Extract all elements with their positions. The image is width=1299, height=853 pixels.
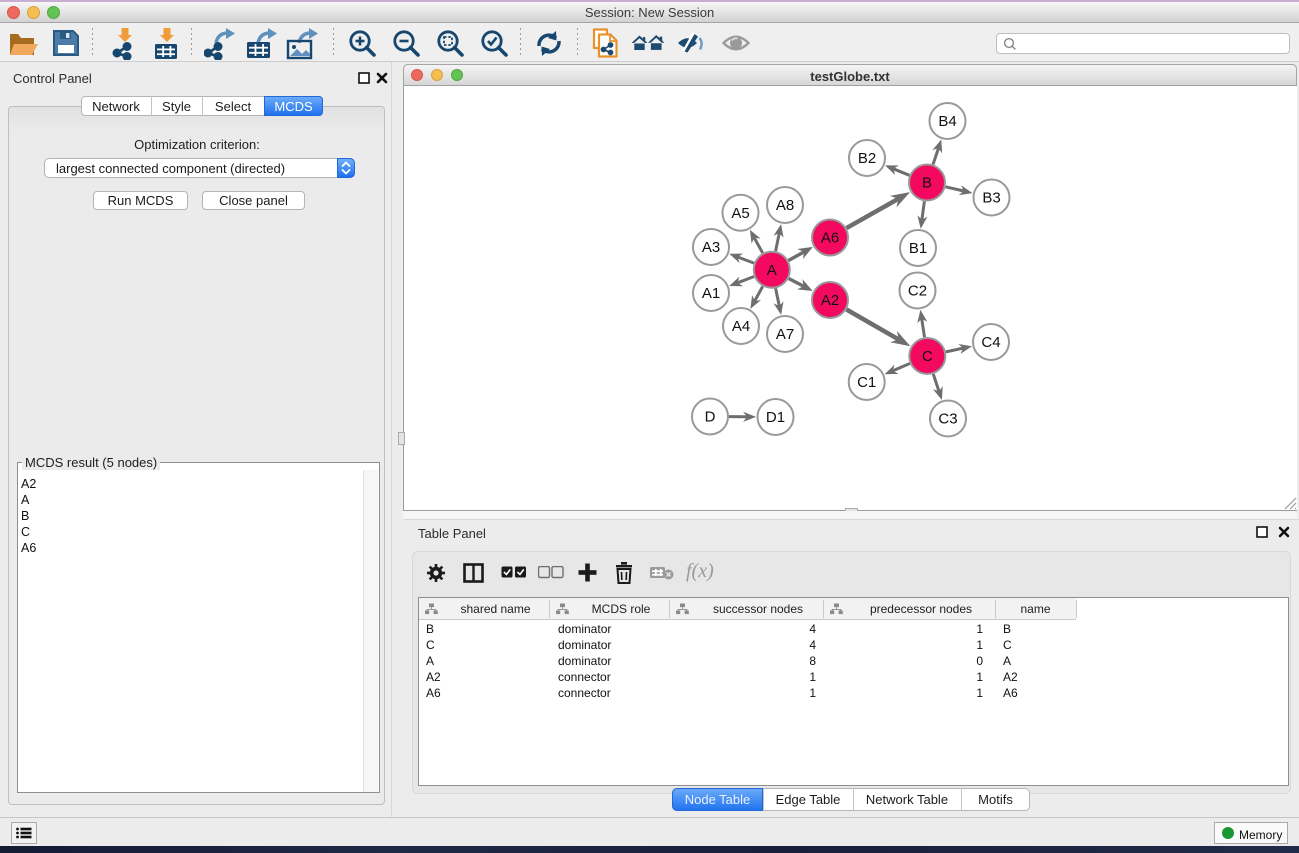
svg-text:D1: D1 <box>766 409 785 426</box>
svg-text:B1: B1 <box>909 240 927 257</box>
svg-text:B3: B3 <box>982 190 1000 207</box>
svg-text:A8: A8 <box>776 197 794 214</box>
svg-text:C2: C2 <box>908 283 927 300</box>
svg-text:C1: C1 <box>857 374 876 391</box>
svg-text:A5: A5 <box>731 205 749 222</box>
svg-text:C3: C3 <box>938 411 957 428</box>
svg-text:D: D <box>705 409 716 426</box>
svg-text:A1: A1 <box>702 285 720 302</box>
svg-text:A: A <box>767 262 777 279</box>
svg-text:B4: B4 <box>938 113 956 130</box>
svg-text:A4: A4 <box>732 318 750 335</box>
svg-text:A6: A6 <box>821 230 839 247</box>
svg-text:C: C <box>922 348 933 365</box>
svg-text:B: B <box>922 175 932 192</box>
svg-text:A3: A3 <box>702 239 720 256</box>
svg-text:B2: B2 <box>858 150 876 167</box>
svg-text:A7: A7 <box>776 326 794 343</box>
svg-text:C4: C4 <box>981 334 1000 351</box>
svg-text:A2: A2 <box>821 292 839 309</box>
